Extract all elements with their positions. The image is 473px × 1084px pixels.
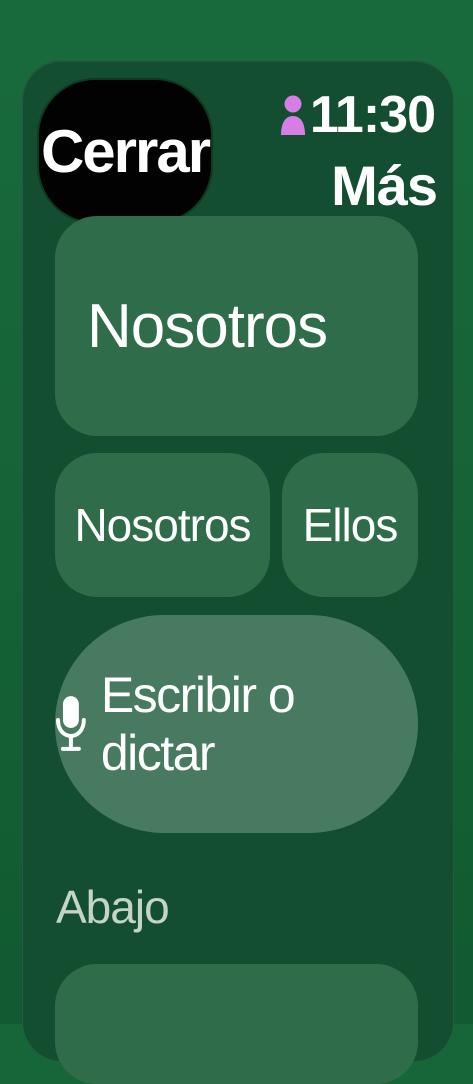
microphone-icon bbox=[55, 696, 86, 751]
suggestion-option-nosotros[interactable]: Nosotros bbox=[55, 453, 270, 597]
section-title: Abajo bbox=[56, 881, 170, 933]
dictation-button[interactable]: Escribir o dictar bbox=[55, 615, 418, 833]
suggestion-primary[interactable]: Nosotros bbox=[55, 216, 418, 436]
close-button[interactable]: Cerrar bbox=[39, 80, 211, 222]
suggestion-option-ellos[interactable]: Ellos bbox=[282, 453, 418, 597]
clock-time: 11:30 bbox=[309, 86, 436, 144]
status-bar: 11:30 bbox=[280, 86, 436, 144]
list-item[interactable] bbox=[55, 964, 418, 1084]
more-button[interactable]: Más bbox=[331, 154, 438, 218]
dictation-label: Escribir o dictar bbox=[100, 667, 296, 781]
person-icon bbox=[280, 95, 305, 135]
